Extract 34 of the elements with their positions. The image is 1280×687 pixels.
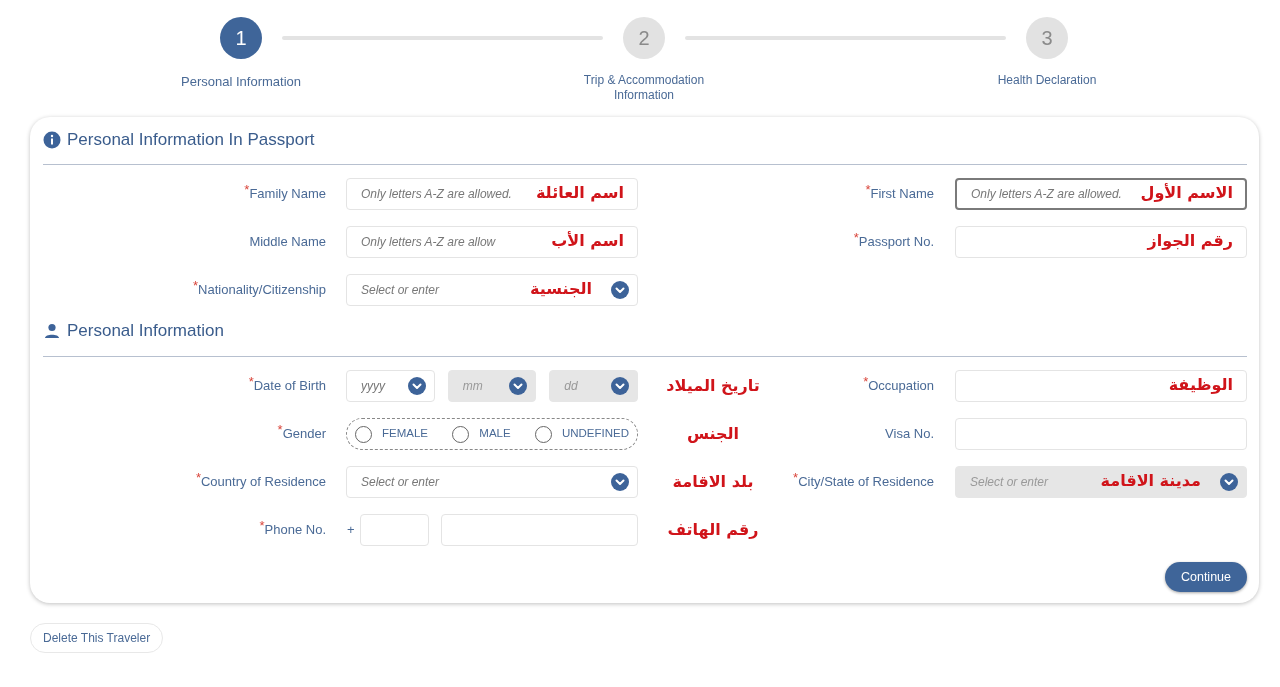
radio-option[interactable]: MALE bbox=[452, 425, 511, 443]
field-label: Middle Name bbox=[248, 233, 326, 252]
chevron-down-icon bbox=[509, 377, 528, 395]
chevron-down-icon bbox=[611, 281, 629, 299]
info-icon bbox=[43, 131, 61, 149]
field-label: Visa No. bbox=[884, 425, 934, 444]
phone-number-field[interactable] bbox=[440, 514, 638, 546]
phone-prefix: + bbox=[346, 521, 356, 540]
annotation-text: مدينة الاقامة bbox=[1099, 470, 1202, 492]
continue-button[interactable]: Continue bbox=[1164, 562, 1247, 592]
chevron-down-icon bbox=[407, 377, 426, 395]
delete-button[interactable]: Delete This Traveler bbox=[30, 623, 164, 653]
annotation-text: الجنسية bbox=[528, 278, 593, 300]
chevron-down-icon bbox=[611, 377, 629, 395]
person-icon bbox=[43, 322, 61, 340]
annotation-text: الجنس bbox=[686, 424, 740, 443]
select-field[interactable]: Select or enter bbox=[346, 466, 638, 498]
section-title: Personal Information bbox=[67, 320, 224, 342]
select-field[interactable]: yyyy bbox=[346, 370, 435, 402]
step-label: Health Declaration bbox=[997, 73, 1097, 88]
annotation-text: رقم الهاتف bbox=[667, 520, 759, 539]
annotation-text: اسم الأب bbox=[549, 230, 626, 252]
radio-option[interactable]: UNDEFINED bbox=[534, 425, 629, 443]
step-label: Personal Information bbox=[181, 74, 301, 89]
annotation-text: الاسم الأول bbox=[1138, 182, 1235, 204]
step-number[interactable]: 1 bbox=[220, 17, 262, 59]
radio-option[interactable]: FEMALE bbox=[355, 425, 428, 443]
annotation-text: بلد الاقامة bbox=[672, 472, 754, 491]
annotation-text: تاريخ الميلاد bbox=[666, 376, 760, 395]
country-code-field[interactable] bbox=[359, 514, 429, 546]
step-label: Trip & Accommodation Information bbox=[582, 73, 706, 103]
section-title: Personal Information In Passport bbox=[67, 129, 315, 151]
chevron-down-icon bbox=[1220, 473, 1238, 491]
chevron-down-icon bbox=[611, 473, 629, 491]
